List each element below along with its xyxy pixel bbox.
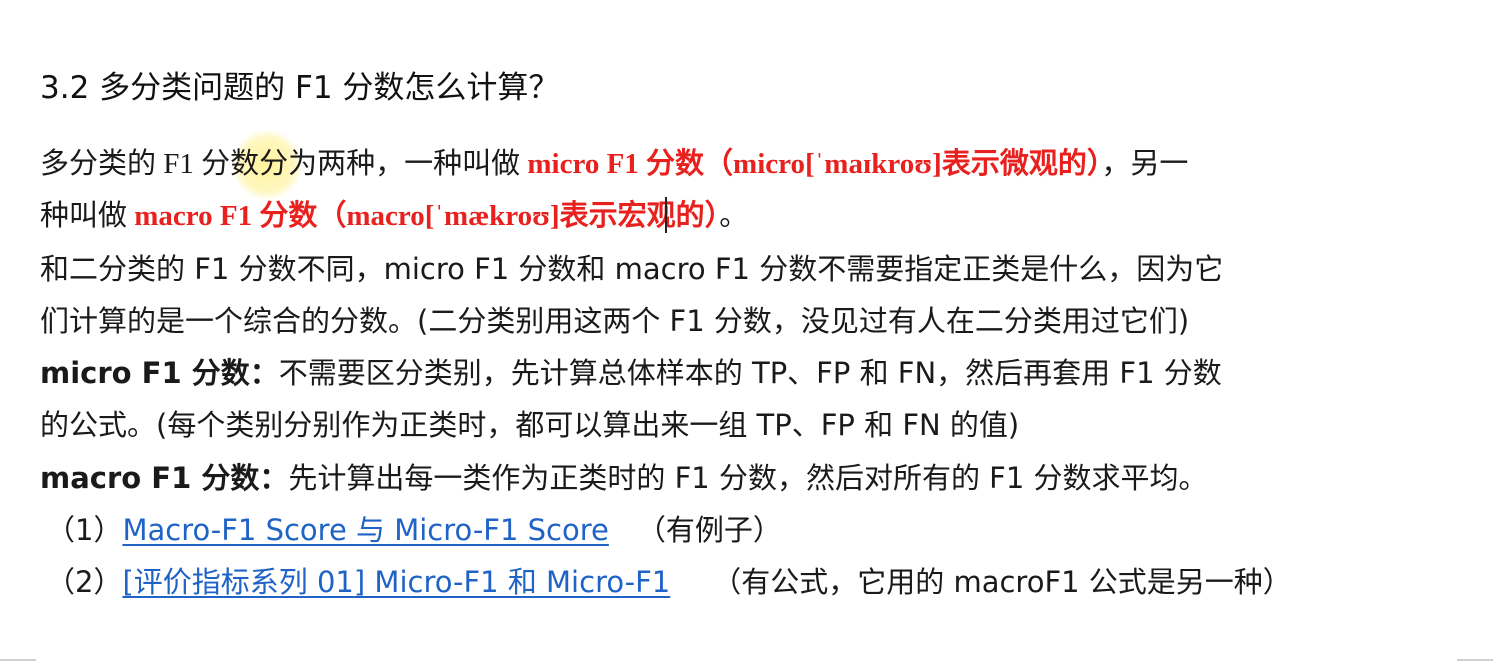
para1-line1: 多分类的 F1 分数分为两种，一种叫做 micro F1 分数（micro[ˈm… [40, 139, 1188, 189]
macro-definition-text: 先计算出每一类作为正类时的 F1 分数，然后对所有的 F1 分数求平均。 [288, 461, 1208, 495]
para1-line1-text-b: ，另一 [1101, 148, 1189, 180]
micro-definition-line1: micro F1 分数：不需要区分类别，先计算总体样本的 TP、FP 和 FN，… [40, 348, 1222, 398]
micro-definition-text: 不需要区分类别，先计算总体样本的 TP、FP 和 FN，然后再套用 F1 分数 [278, 356, 1222, 390]
macro-term-emphasis: macro F1 分数（macro[ˈmækroʊ]表示宏观的） [134, 200, 720, 232]
reference-item: （1）Macro-F1 Score 与 Micro-F1 Score （有例子） [46, 505, 782, 555]
micro-term-emphasis: micro F1 分数（micro[ˈmaɪkroʊ]表示微观的） [527, 148, 1102, 180]
macro-label: macro F1 分数： [40, 461, 289, 495]
micro-definition-line2: 的公式。(每个类别分别作为正类时，都可以算出来一组 TP、FP 和 FN 的值) [40, 408, 1020, 442]
reference-link[interactable]: Macro-F1 Score 与 Micro-F1 Score [122, 513, 608, 547]
para1-line2-text-b: 。 [719, 200, 749, 232]
document-page: 3.2 多分类问题的 F1 分数怎么计算？ 多分类的 F1 分数分为两种，一种叫… [0, 0, 1493, 661]
reference-number: （1） [46, 513, 123, 547]
text-cursor [665, 197, 667, 233]
reference-link[interactable]: [评价指标系列 01] Micro-F1 和 Micro-F1 [122, 565, 670, 599]
para2-line1: 和二分类的 F1 分数不同，micro F1 分数和 macro F1 分数不需… [40, 252, 1224, 286]
reference-note: （有公式，它用的 macroF1 公式是另一种） [712, 565, 1292, 599]
macro-definition: macro F1 分数：先计算出每一类作为正类时的 F1 分数，然后对所有的 F… [40, 453, 1208, 503]
para1-line2-text-a: 种叫做 [40, 200, 135, 232]
para2-line2: 们计算的是一个综合的分数。(二分类别用这两个 F1 分数，没见过有人在二分类用过… [40, 304, 1190, 338]
para1-line1-text-a: 多分类的 F1 分数分为两种，一种叫做 [40, 148, 528, 180]
reference-item: （2）[评价指标系列 01] Micro-F1 和 Micro-F1 （有公式，它… [46, 557, 1292, 607]
micro-label: micro F1 分数： [40, 356, 279, 390]
section-heading: 3.2 多分类问题的 F1 分数怎么计算？ [40, 70, 560, 106]
para1-line2: 种叫做 macro F1 分数（macro[ˈmækroʊ]表示宏观的）。 [40, 191, 748, 241]
reference-note: （有例子） [636, 513, 782, 547]
reference-number: （2） [46, 565, 123, 599]
